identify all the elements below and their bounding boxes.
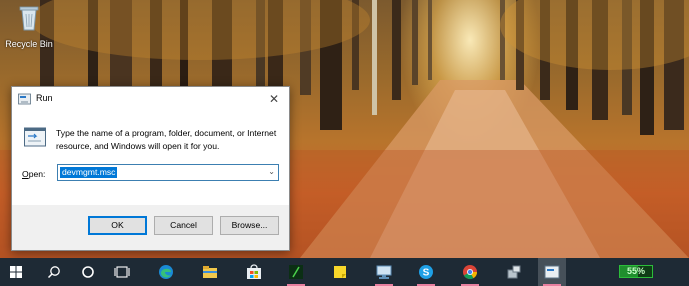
- run-dialog: Run ✕ Type the name of a program, folder…: [11, 86, 290, 251]
- cancel-button[interactable]: Cancel: [154, 216, 213, 235]
- battery-percent: 55%: [626, 266, 645, 276]
- run-program-icon: [24, 127, 46, 147]
- open-input-value[interactable]: devmgmt.msc: [60, 167, 118, 178]
- search-button[interactable]: [40, 258, 68, 286]
- recycle-bin-icon: [19, 6, 39, 31]
- browse-button[interactable]: Browse...: [220, 216, 279, 235]
- store-icon: [247, 264, 261, 279]
- ok-button[interactable]: OK: [88, 216, 147, 235]
- cortana-button[interactable]: [74, 258, 102, 286]
- search-icon: [47, 266, 60, 279]
- dialog-description: Type the name of a program, folder, docu…: [56, 128, 277, 151]
- edge-icon: [159, 265, 173, 279]
- recycle-bin-label: Recycle Bin: [5, 39, 53, 49]
- run-taskbar-button[interactable]: [538, 258, 566, 286]
- open-label-text: pen:: [28, 169, 46, 179]
- sticky-notes-icon: [334, 266, 346, 278]
- network-app-button[interactable]: [370, 258, 398, 286]
- dialog-title-bar[interactable]: Run ✕: [12, 87, 289, 111]
- task-view-icon: [114, 266, 130, 278]
- device-manager-icon: [507, 265, 521, 279]
- windows-start-icon: [10, 266, 22, 278]
- start-button[interactable]: [2, 258, 30, 286]
- chrome-icon: [463, 265, 478, 280]
- open-label: Open:: [22, 169, 45, 179]
- svg-text:S: S: [423, 268, 430, 279]
- sticky-notes-button[interactable]: [326, 258, 354, 286]
- chevron-down-icon[interactable]: ⌄: [268, 167, 275, 176]
- battery-indicator[interactable]: 55%: [619, 265, 653, 278]
- dialog-body: Type the name of a program, folder, docu…: [12, 111, 289, 205]
- terminal-icon: [289, 265, 303, 279]
- recycle-bin-desktop-icon[interactable]: Recycle Bin: [2, 2, 56, 49]
- skype-button[interactable]: S: [412, 258, 440, 286]
- device-manager-button[interactable]: [500, 258, 528, 286]
- dialog-title: Run: [36, 93, 53, 103]
- network-icon: [376, 265, 392, 279]
- edge-button[interactable]: [152, 258, 180, 286]
- run-icon: [18, 93, 31, 105]
- open-label-accesskey: O: [22, 169, 29, 179]
- chrome-button[interactable]: [456, 258, 484, 286]
- open-combobox[interactable]: devmgmt.msc ⌄: [57, 164, 279, 181]
- terminal-button[interactable]: [282, 258, 310, 286]
- run-icon: [544, 265, 560, 279]
- close-button[interactable]: ✕: [263, 90, 285, 108]
- task-view-button[interactable]: [108, 258, 136, 286]
- store-button[interactable]: [240, 258, 268, 286]
- file-explorer-icon: [203, 266, 217, 278]
- skype-icon: S: [419, 265, 433, 279]
- cortana-icon: [82, 266, 94, 278]
- taskbar: S: [0, 258, 689, 286]
- file-explorer-button[interactable]: [196, 258, 224, 286]
